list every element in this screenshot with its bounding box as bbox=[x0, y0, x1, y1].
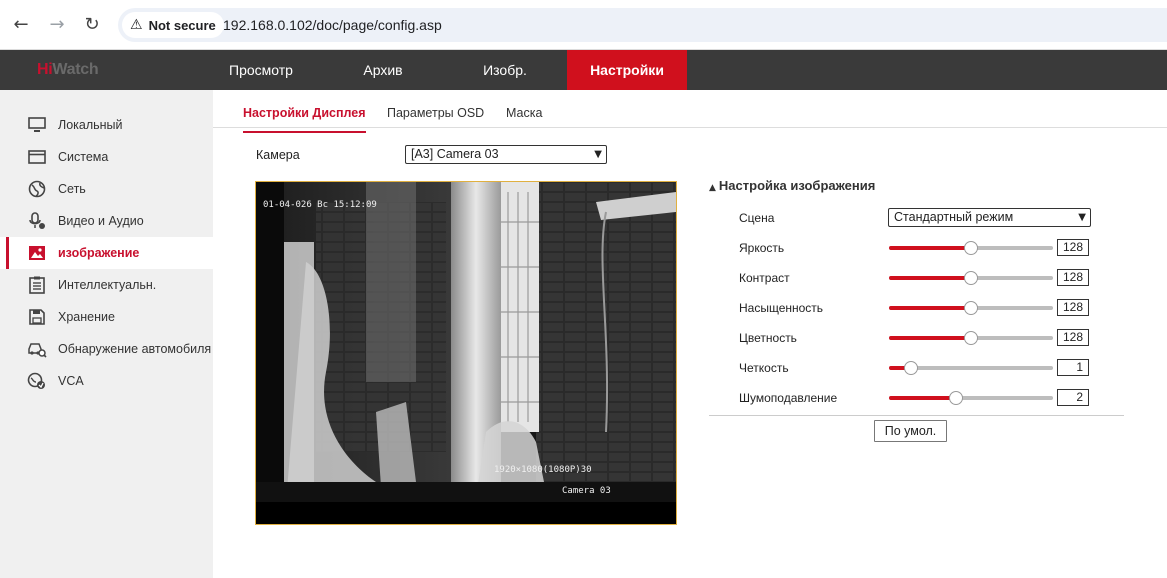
sidebar-item-label: Обнаружение автомобиля bbox=[58, 342, 212, 356]
globe-icon bbox=[27, 180, 47, 198]
osd-camera-name: Camera 03 bbox=[562, 486, 611, 496]
address-bar[interactable]: ⚠ Not secure 192.168.0.102/doc/page/conf… bbox=[118, 8, 1167, 42]
sidebar-item-vca[interactable]: VCA bbox=[0, 365, 213, 397]
slider-fill bbox=[889, 396, 956, 400]
slider-knob[interactable] bbox=[964, 331, 978, 345]
chevron-down-icon: ▼ bbox=[594, 149, 602, 160]
warning-icon: ⚠ bbox=[130, 17, 143, 33]
camera-label: Камера bbox=[256, 148, 300, 162]
settings-tabs: Настройки Дисплея Параметры OSD Маска bbox=[213, 90, 1167, 133]
scene-label: Сцена bbox=[739, 211, 775, 225]
sidebar-item-label: изображение bbox=[58, 246, 140, 260]
osd-resolution: 1920×1080(1080P)30 bbox=[494, 465, 592, 475]
slider-knob[interactable] bbox=[964, 301, 978, 315]
security-label: Not secure bbox=[148, 17, 216, 33]
reload-icon[interactable]: ↻ bbox=[80, 13, 104, 37]
vehicle-search-icon bbox=[27, 340, 47, 358]
hiwatch-logo: HiWatch bbox=[37, 61, 99, 78]
floppy-icon bbox=[27, 308, 47, 326]
image-settings-header[interactable]: ▲ Настройка изображения bbox=[709, 178, 875, 193]
url-text[interactable]: 192.168.0.102/doc/page/config.asp bbox=[223, 17, 442, 33]
sharpness-slider[interactable] bbox=[889, 361, 1053, 375]
browser-toolbar: ← → ↻ ⚠ Not secure 192.168.0.102/doc/pag… bbox=[0, 0, 1167, 50]
image-icon bbox=[27, 244, 47, 262]
sidebar-item-local[interactable]: Локальный bbox=[0, 109, 213, 141]
default-button[interactable]: По умол. bbox=[874, 420, 947, 442]
nav-configuration[interactable]: Настройки bbox=[567, 50, 687, 90]
nav-playback[interactable]: Архив bbox=[338, 50, 428, 90]
slider-knob[interactable] bbox=[964, 271, 978, 285]
sidebar-item-image[interactable]: изображение bbox=[0, 237, 213, 269]
sharpness-value-input[interactable]: 1 bbox=[1057, 359, 1089, 376]
caret-up-icon: ▲ bbox=[709, 183, 716, 193]
nav-picture[interactable]: Изобр. bbox=[460, 50, 550, 90]
noise-reduction-slider[interactable] bbox=[889, 391, 1053, 405]
noise-reduction-value-input[interactable]: 2 bbox=[1057, 389, 1089, 406]
microphone-icon bbox=[27, 212, 47, 230]
contrast-value-input[interactable]: 128 bbox=[1057, 269, 1089, 286]
sidebar-item-label: Сеть bbox=[58, 182, 86, 196]
nav-live-view[interactable]: Просмотр bbox=[213, 50, 309, 90]
tab-mask[interactable]: Маска bbox=[506, 106, 542, 131]
sidebar-item-label: Хранение bbox=[58, 310, 115, 324]
slider-fill bbox=[889, 306, 971, 310]
sidebar-item-label: Система bbox=[58, 150, 109, 164]
brightness-slider[interactable] bbox=[889, 241, 1053, 255]
scene-select[interactable]: Стандартный режим ▼ bbox=[888, 208, 1091, 227]
saturation-value-input[interactable]: 128 bbox=[1057, 299, 1089, 316]
camera-select-value: [A3] Camera 03 bbox=[411, 147, 499, 161]
slider-fill bbox=[889, 336, 971, 340]
sidebar-item-network[interactable]: Сеть bbox=[0, 173, 213, 205]
app-header: HiWatch Просмотр Архив Изобр. Настройки bbox=[0, 50, 1167, 90]
security-chip[interactable]: ⚠ Not secure bbox=[122, 12, 224, 38]
sidebar-item-label: Локальный bbox=[58, 118, 123, 132]
saturation-slider[interactable] bbox=[889, 301, 1053, 315]
sidebar-item-system[interactable]: Система bbox=[0, 141, 213, 173]
camera-image bbox=[256, 182, 676, 502]
sharpness-label: Четкость bbox=[739, 361, 789, 375]
camera-select[interactable]: [A3] Camera 03 ▼ bbox=[405, 145, 607, 164]
slider-knob[interactable] bbox=[904, 361, 918, 375]
forward-icon[interactable]: → bbox=[45, 13, 69, 37]
slider-knob[interactable] bbox=[949, 391, 963, 405]
noise-reduction-label: Шумоподавление bbox=[739, 391, 838, 405]
sidebar-item-vehicle-detection[interactable]: Обнаружение автомобиля bbox=[0, 333, 213, 365]
tab-display-settings[interactable]: Настройки Дисплея bbox=[243, 106, 366, 133]
hue-slider[interactable] bbox=[889, 331, 1053, 345]
hue-label: Цветность bbox=[739, 331, 797, 345]
slider-fill bbox=[889, 276, 971, 280]
sidebar: Локальный Система Сеть Видео и Аудио изо… bbox=[0, 90, 213, 578]
monitor-icon bbox=[27, 116, 47, 134]
sidebar-item-video-audio[interactable]: Видео и Аудио bbox=[0, 205, 213, 237]
chevron-down-icon: ▼ bbox=[1078, 212, 1086, 223]
system-window-icon bbox=[27, 148, 47, 166]
tab-osd-parameters[interactable]: Параметры OSD bbox=[387, 106, 484, 131]
scene-select-value: Стандартный режим bbox=[894, 210, 1014, 224]
brightness-label: Яркость bbox=[739, 241, 785, 255]
contrast-label: Контраст bbox=[739, 271, 790, 285]
divider bbox=[709, 415, 1124, 416]
slider-knob[interactable] bbox=[964, 241, 978, 255]
back-icon[interactable]: ← bbox=[9, 13, 33, 37]
contrast-slider[interactable] bbox=[889, 271, 1053, 285]
saturation-label: Насыщенность bbox=[739, 301, 824, 315]
sidebar-item-storage[interactable]: Хранение bbox=[0, 301, 213, 333]
sidebar-item-label: Видео и Аудио bbox=[58, 214, 144, 228]
video-preview[interactable]: 01-04-026 Вс 15:12:09 1920×1080(1080P)30… bbox=[255, 181, 677, 525]
clipboard-icon bbox=[27, 276, 47, 294]
vca-icon bbox=[27, 372, 47, 390]
hue-value-input[interactable]: 128 bbox=[1057, 329, 1089, 346]
sidebar-item-label: VCA bbox=[58, 374, 84, 388]
osd-datetime: 01-04-026 Вс 15:12:09 bbox=[263, 200, 377, 210]
sidebar-item-label: Интеллектуальн. bbox=[58, 278, 157, 292]
slider-fill bbox=[889, 246, 971, 250]
sidebar-item-intelligent[interactable]: Интеллектуальн. bbox=[0, 269, 213, 301]
brightness-value-input[interactable]: 128 bbox=[1057, 239, 1089, 256]
